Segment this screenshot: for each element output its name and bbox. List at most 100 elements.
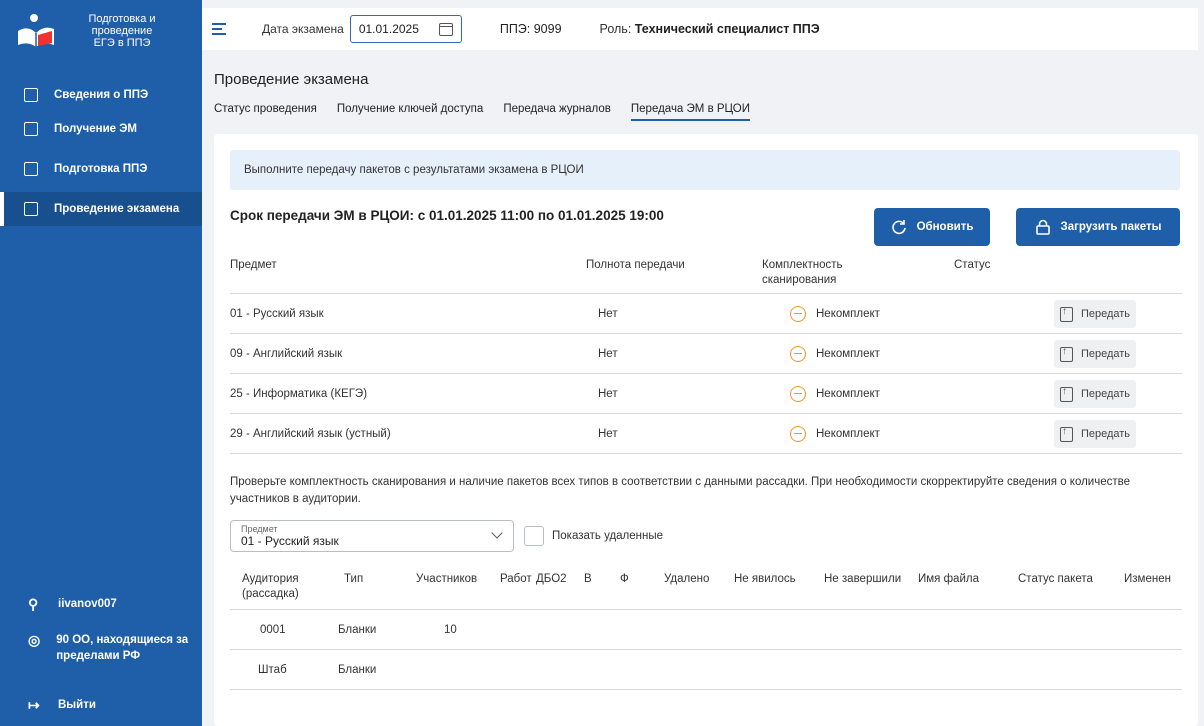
subject-select[interactable]: Предмет 01 - Русский язык xyxy=(230,520,514,552)
info-text: Выполните передачу пакетов с результатам… xyxy=(244,164,584,176)
refresh-button[interactable]: Обновить xyxy=(874,208,990,246)
incomplete-icon xyxy=(790,306,806,322)
row-completeness: Нет xyxy=(598,428,618,440)
sidebar-item-receive-em[interactable]: Получение ЭМ xyxy=(0,112,202,146)
user-icon: ⚲ xyxy=(28,596,39,612)
incomplete-icon xyxy=(790,346,806,362)
row-completeness: Нет xyxy=(598,348,618,360)
tab-journals[interactable]: Передача журналов xyxy=(503,103,611,121)
file-upload-icon xyxy=(1059,386,1073,402)
calendar-icon[interactable] xyxy=(438,22,453,36)
sidebar-item-label: Сведения о ППЭ xyxy=(54,89,149,101)
table-row: Штаб Бланки xyxy=(230,650,1182,690)
file-upload-icon xyxy=(1059,306,1073,322)
col-filename: Имя файла xyxy=(918,573,979,585)
sidebar-item-prepare-ppe[interactable]: Подготовка ППЭ xyxy=(0,152,202,186)
send-label: Передать xyxy=(1080,308,1131,320)
row-subject: 29 - Английский язык (устный) xyxy=(230,428,391,440)
tab-access-keys[interactable]: Получение ключей доступа xyxy=(337,103,484,121)
incomplete-icon xyxy=(790,386,806,402)
send-label: Передать xyxy=(1080,428,1131,440)
col-subject: Предмет xyxy=(230,259,277,271)
refresh-label: Обновить xyxy=(916,221,974,233)
send-button[interactable]: Передать xyxy=(1054,420,1136,448)
show-deleted-toggle[interactable]: Показать удаленные xyxy=(524,526,663,546)
col-f: Ф xyxy=(620,573,629,585)
transfer-table-header: Предмет Полнота передачи Комплектность с… xyxy=(230,256,1182,294)
logo[interactable]: Подготовка и проведение ЕГЭ в ППЭ xyxy=(14,4,194,58)
col-status: Статус xyxy=(954,259,991,271)
row-auditorium: Штаб xyxy=(258,664,287,676)
content-card: Выполните передачу пакетов с результатам… xyxy=(214,134,1198,726)
logo-icon xyxy=(14,11,60,51)
incomplete-icon xyxy=(790,426,806,442)
show-deleted-checkbox[interactable] xyxy=(524,526,544,546)
row-auditorium: 0001 xyxy=(260,624,286,636)
menu-collapse-icon[interactable] xyxy=(212,22,230,36)
refresh-icon xyxy=(891,219,907,235)
show-deleted-label: Показать удаленные xyxy=(552,530,664,542)
table-row: 01 - Русский язык Нет Некомплект Передат… xyxy=(230,294,1182,334)
info-banner: Выполните передачу пакетов с результатам… xyxy=(230,150,1180,190)
sidebar-item-ppe-info[interactable]: Сведения о ППЭ xyxy=(0,78,202,112)
logout-icon: ↦ xyxy=(28,697,40,713)
table-row: 0001 Бланки 10 xyxy=(230,610,1182,650)
tab-transfer-em[interactable]: Передача ЭМ в РЦОИ xyxy=(630,103,751,121)
row-subject: 01 - Русский язык xyxy=(230,308,324,320)
table-row: 25 - Информатика (КЕГЭ) Нет Некомплект П… xyxy=(230,374,1182,414)
send-button[interactable]: Передать xyxy=(1054,380,1136,408)
exam-date-field[interactable]: 01.01.2025 xyxy=(349,15,462,43)
packages-table-header: Аудитория (рассадка) Тип Участников Работ… xyxy=(230,570,1182,610)
exam-date-label: Дата экзамена xyxy=(262,22,344,36)
send-button[interactable]: Передать xyxy=(1054,300,1136,328)
username: iivanov007 xyxy=(58,598,117,610)
role-label: Роль: xyxy=(599,22,632,36)
deadline-title: Срок передачи ЭМ в РЦОИ: с 01.01.2025 11… xyxy=(230,208,664,223)
row-scan: Некомплект xyxy=(790,414,880,454)
col-scan-line1: Комплектность xyxy=(762,259,843,271)
logout-label: Выйти xyxy=(58,699,96,711)
row-type: Бланки xyxy=(338,664,377,676)
logout-button[interactable]: ↦ Выйти xyxy=(0,697,202,713)
lock-icon xyxy=(1035,219,1051,235)
row-subject: 25 - Информатика (КЕГЭ) xyxy=(230,388,368,400)
sidebar-item-label: Подготовка ППЭ xyxy=(54,163,148,175)
col-participants: Участников xyxy=(416,573,478,585)
document-check-icon xyxy=(24,202,38,216)
topbar: Дата экзамена 01.01.2025 ППЭ: 9099 Роль:… xyxy=(202,8,1198,50)
tab-status[interactable]: Статус проведения xyxy=(214,103,317,121)
role-info: Роль: Технический специалист ППЭ xyxy=(600,22,820,36)
col-v: В xyxy=(584,573,592,585)
row-scan: Некомплект xyxy=(790,334,880,374)
send-label: Передать xyxy=(1080,348,1131,360)
upload-packages-button[interactable]: Загрузить пакеты xyxy=(1016,208,1180,246)
col-completeness: Полнота передачи xyxy=(586,259,685,271)
table-row: 09 - Английский язык Нет Некомплект Пере… xyxy=(230,334,1182,374)
row-scan-text: Некомплект xyxy=(816,428,880,440)
upload-label: Загрузить пакеты xyxy=(1060,221,1162,233)
row-completeness: Нет xyxy=(598,388,618,400)
col-deleted: Удалено xyxy=(664,573,710,585)
instruction-note: Проверьте комплектность сканирования и н… xyxy=(230,476,1131,505)
subject-select-value: 01 - Русский язык xyxy=(241,534,339,548)
row-subject: 09 - Английский язык xyxy=(230,348,343,360)
table-row: 29 - Английский язык (устный) Нет Некомп… xyxy=(230,414,1182,454)
document-edit-icon xyxy=(24,122,38,136)
row-scan-text: Некомплект xyxy=(816,348,880,360)
role-value: Технический специалист ППЭ xyxy=(634,22,820,36)
col-works: Работ xyxy=(500,573,532,585)
ppe-code: ППЭ: 9099 xyxy=(499,22,562,36)
user-info[interactable]: ⚲ iivanov007 xyxy=(0,596,202,612)
sidebar-item-exam[interactable]: Проведение экзамена xyxy=(0,192,202,226)
col-type: Тип xyxy=(344,573,364,585)
col-scan-line2: сканирования xyxy=(762,274,837,286)
send-label: Передать xyxy=(1080,388,1131,400)
col-aud-line2: (рассадка) xyxy=(242,588,299,600)
col-package-status: Статус пакета xyxy=(1018,573,1093,585)
sidebar-item-label: Получение ЭМ xyxy=(54,123,137,135)
location-text: 90 ОО, находящиеся за пределами РФ xyxy=(56,634,189,662)
file-upload-icon xyxy=(1059,346,1073,362)
row-scan: Некомплект xyxy=(790,294,880,334)
send-button[interactable]: Передать xyxy=(1054,340,1136,368)
col-scan: Комплектность сканирования xyxy=(762,258,843,288)
